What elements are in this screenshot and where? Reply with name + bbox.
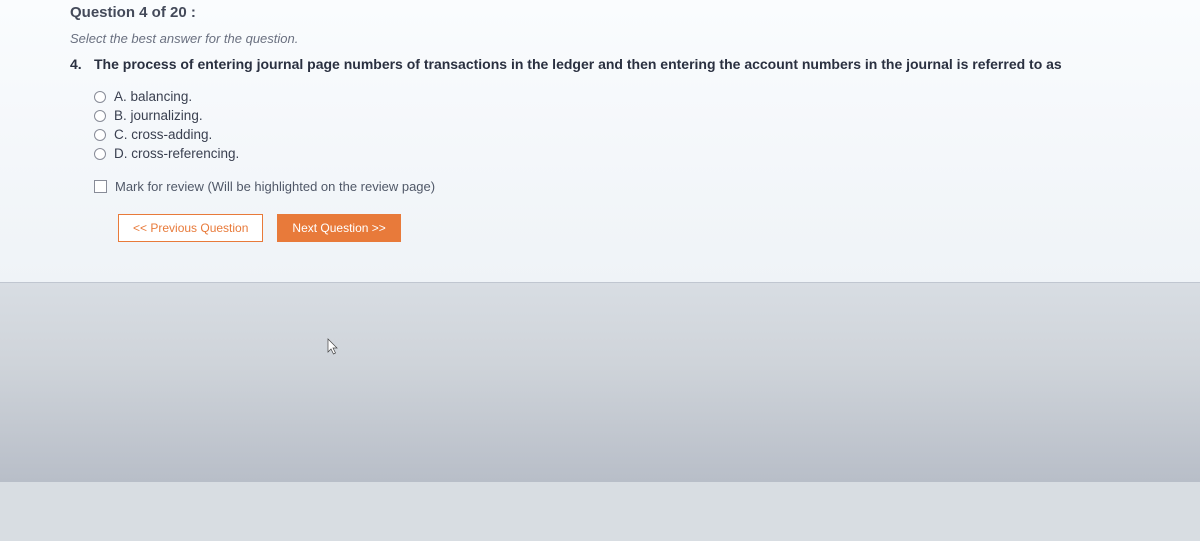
answer-label-d: D. cross-referencing.	[114, 146, 239, 161]
answers-list: A. balancing. B. journalizing. C. cross-…	[94, 89, 1170, 161]
radio-c[interactable]	[94, 129, 106, 141]
nav-buttons: << Previous Question Next Question >>	[118, 214, 1170, 242]
mark-review-label: Mark for review (Will be highlighted on …	[115, 179, 435, 194]
radio-a[interactable]	[94, 91, 106, 103]
question-number: 4.	[70, 56, 94, 72]
bottom-background	[0, 282, 1200, 482]
answer-option-a[interactable]: A. balancing.	[94, 89, 1170, 104]
answer-label-b: B. journalizing.	[114, 108, 203, 123]
radio-d[interactable]	[94, 148, 106, 160]
instruction-text: Select the best answer for the question.	[70, 31, 1170, 46]
question-row: 4. The process of entering journal page …	[70, 54, 1170, 75]
answer-option-c[interactable]: C. cross-adding.	[94, 127, 1170, 142]
question-panel: Question 4 of 20 : Select the best answe…	[0, 0, 1200, 282]
mark-review-checkbox[interactable]	[94, 180, 107, 193]
question-counter: Question 4 of 20 :	[70, 0, 1170, 27]
answer-label-c: C. cross-adding.	[114, 127, 212, 142]
answer-option-d[interactable]: D. cross-referencing.	[94, 146, 1170, 161]
next-question-button[interactable]: Next Question >>	[277, 214, 400, 242]
answer-label-a: A. balancing.	[114, 89, 192, 104]
previous-question-button[interactable]: << Previous Question	[118, 214, 263, 242]
question-text: The process of entering journal page num…	[94, 54, 1062, 75]
mark-for-review-row[interactable]: Mark for review (Will be highlighted on …	[94, 179, 1170, 194]
radio-b[interactable]	[94, 110, 106, 122]
answer-option-b[interactable]: B. journalizing.	[94, 108, 1170, 123]
